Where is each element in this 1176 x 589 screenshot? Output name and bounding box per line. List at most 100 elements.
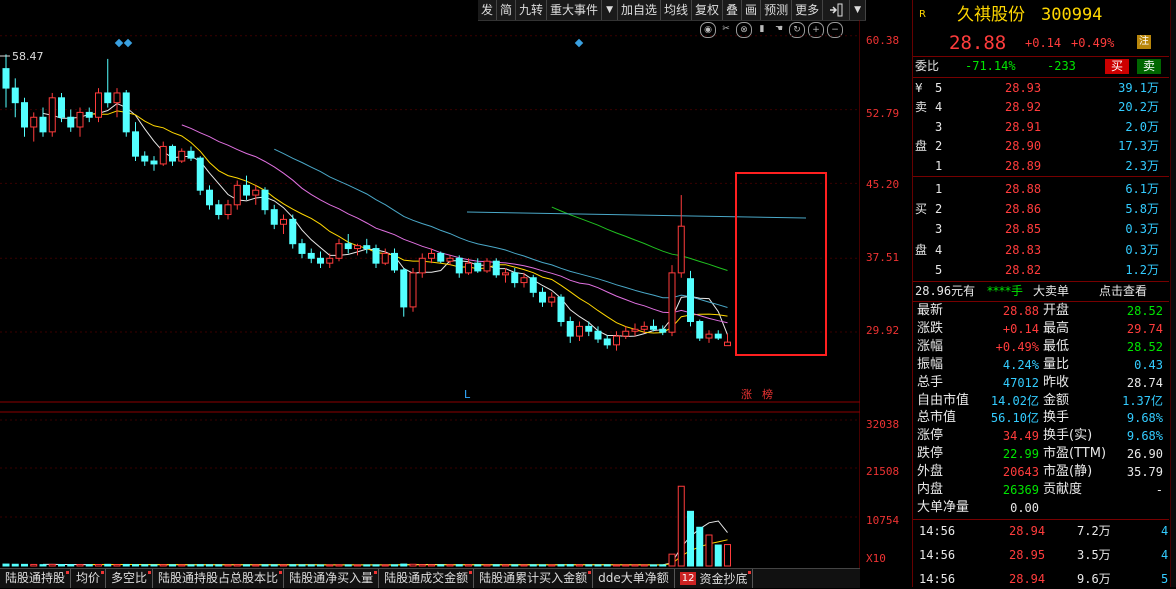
candle-body [409, 272, 417, 308]
volume-bars [2, 485, 731, 567]
candle-body [631, 328, 639, 332]
volume-bar [30, 563, 38, 567]
buy-level-num: 5 [935, 262, 943, 277]
sell-button[interactable]: 卖 [1137, 59, 1162, 74]
kline-chart[interactable]: 58.47 L 涨 榜 [0, 0, 860, 568]
tab-hk-turnover[interactable]: 陆股通成交金额 [379, 569, 475, 588]
tick-row: 14:56 28.94 7.2万 4 [913, 522, 1169, 541]
candle-body [289, 218, 297, 245]
weibi-pct: -71.14% [965, 59, 1016, 73]
weibi-diff: -233 [1047, 59, 1076, 73]
volume-bar [215, 564, 223, 567]
stats-row: 总市值 56.10亿 换手 9.68% [913, 409, 1169, 427]
tab-dde-net[interactable]: dde大单净额 [593, 569, 675, 588]
buy-level-row[interactable]: 3 28.85 0.3万 [913, 220, 1169, 239]
panel-scrollbar[interactable] [1170, 0, 1176, 587]
buy-level-price: 28.88 [1005, 182, 1042, 196]
candle-body [539, 291, 546, 303]
stats-value: 29.74 [1126, 321, 1163, 336]
candle-body [557, 296, 565, 323]
volume-bar [243, 564, 250, 567]
stats-label: 市盈(静) [1043, 464, 1093, 480]
candle-body [335, 243, 343, 259]
buy-level-row[interactable]: 买 2 28.86 5.8万 [913, 200, 1169, 219]
candle-body [659, 328, 667, 333]
candle-body [344, 243, 352, 250]
stats-value: 28.74 [1126, 375, 1163, 390]
candle-body [603, 338, 611, 346]
stats-value: 22.99 [1002, 447, 1039, 462]
buy-level-row[interactable]: 5 28.82 1.2万 [913, 261, 1169, 280]
buy-level-row[interactable]: 盘 4 28.83 0.3万 [913, 241, 1169, 260]
volume-bar [529, 564, 537, 567]
sell-level-price: 28.92 [1005, 100, 1042, 115]
candle-body [640, 325, 648, 330]
tick-count: 4 [1161, 524, 1169, 538]
candle-body [381, 252, 389, 264]
tab-avg-price[interactable]: 均价 [71, 569, 107, 588]
tab-long-short[interactable]: 多空比 [106, 569, 154, 588]
sell-level-row[interactable]: 盘 2 28.90 17.3万 [913, 137, 1169, 156]
candle-body [150, 160, 158, 165]
volume-bar [474, 564, 482, 567]
sell-level-row[interactable]: ¥5 28.93 39.1万 [913, 79, 1169, 98]
stats-row: 涨停 34.49 换手(实) 9.68% [913, 427, 1169, 445]
candle-body [465, 262, 472, 274]
tick-row: 14:56 28.95 3.5万 4 [913, 546, 1169, 565]
candle-body [67, 116, 75, 128]
candle-body [483, 260, 491, 272]
price-tick: 29.92 [866, 324, 900, 337]
stats-row: 总手 47012 昨收 28.74 [913, 374, 1169, 392]
sell-side-label: ¥ [915, 81, 923, 95]
volume-ma-5-line [43, 520, 728, 566]
tab-hk-net-buy[interactable]: 陆股通净买入量 [284, 569, 380, 588]
big-order-view-link[interactable]: 点击查看 [1099, 282, 1147, 301]
ma-250-line [466, 211, 807, 219]
stats-value: +0.14 [1002, 321, 1039, 336]
volume-bar [640, 564, 648, 567]
sell-level-row[interactable]: 3 28.91 2.0万 [913, 118, 1169, 137]
buy-level-row[interactable]: 1 28.88 6.1万 [913, 180, 1169, 199]
volume-tick: 21508 [866, 465, 900, 478]
tick-time: 14:56 [919, 572, 956, 586]
candle-body [30, 116, 38, 128]
tab-hk-cum-buy[interactable]: 陆股通累计买入金额 [474, 569, 594, 588]
tab-hk-holding[interactable]: 陆股通持股 [0, 569, 72, 588]
volume-bar [141, 564, 149, 567]
volume-bar [95, 563, 102, 567]
volume-bar [113, 564, 121, 567]
sell-level-row[interactable]: 卖 4 28.92 20.2万 [913, 98, 1169, 117]
volume-bar [650, 564, 657, 567]
candle-body [613, 335, 620, 346]
price-tick: 60.38 [866, 34, 900, 47]
buy-button[interactable]: 买 [1105, 59, 1130, 74]
sell-level-num: 3 [935, 119, 943, 134]
tab-fund-bottom[interactable]: 12 资金抄底 [675, 569, 754, 588]
volume-bar [492, 564, 500, 567]
stats-value: 47012 [1002, 375, 1039, 390]
candle-body [650, 325, 657, 330]
volume-bar [437, 564, 445, 567]
bang-marker: 榜 [762, 387, 773, 401]
volume-bar [252, 564, 260, 567]
buy-level-volume: 0.3万 [1125, 222, 1159, 237]
tick-row: 14:56 28.94 9.6万 5 [913, 570, 1169, 589]
sell-level-row[interactable]: 1 28.89 2.3万 [913, 157, 1169, 176]
candle-body [132, 131, 139, 157]
tick-time: 14:56 [919, 548, 956, 562]
tick-volume: 7.2万 [1077, 524, 1111, 538]
stats-label: 外盘 [917, 464, 944, 480]
candle-body [520, 277, 528, 284]
candle-body [705, 333, 713, 339]
stats-value: 14.02亿 [990, 393, 1039, 408]
candle-body [391, 252, 398, 271]
buy-side-label: 盘 [915, 242, 928, 257]
volume-bar [576, 564, 583, 567]
volume-bar [344, 564, 352, 567]
candle-body [113, 92, 121, 104]
candle-body [169, 145, 176, 162]
tab-hk-holding-ratio[interactable]: 陆股通持股占总股本比 [153, 569, 285, 588]
candle-body [418, 257, 426, 274]
candle-body [196, 157, 204, 191]
candle-body [677, 225, 685, 274]
